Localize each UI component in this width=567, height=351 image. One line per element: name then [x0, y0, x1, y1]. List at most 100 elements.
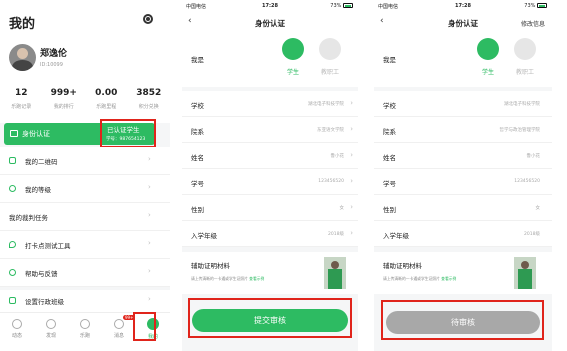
- user-id: ID:10099: [40, 62, 63, 68]
- chevron-right-icon: ›: [350, 177, 353, 185]
- role-name: 教职工: [515, 69, 534, 76]
- feed-icon: [12, 319, 22, 329]
- field-enroll-year[interactable]: 入学年级 2018级 ›: [182, 221, 358, 247]
- stat-distance[interactable]: 0.00 乐跑里程: [85, 88, 128, 110]
- view-example-link[interactable]: 查看示例: [441, 276, 456, 281]
- tab-discover[interactable]: 发现: [34, 313, 68, 351]
- tab-label: 动态: [11, 333, 22, 339]
- field-value: 女: [339, 206, 345, 211]
- student-icon: [477, 38, 499, 60]
- battery: 73%: [330, 3, 353, 9]
- menu-label: 打卡点测试工具: [25, 242, 71, 250]
- tab-feed[interactable]: 动态: [0, 313, 34, 351]
- field-label: 性别: [191, 206, 204, 214]
- proof-material: 辅助证明材料 请上传清晰的一卡通或学生证照片 查看示例: [374, 252, 552, 294]
- field-value: 123456520: [514, 179, 540, 184]
- field-student-id[interactable]: 学号 123456520 ›: [182, 169, 358, 195]
- role-label: 我是: [383, 56, 396, 64]
- menu-item-checkpoint-tool[interactable]: 打卡点测试工具 ›: [0, 231, 170, 259]
- role-student[interactable]: 学生: [474, 38, 502, 76]
- battery-icon: [343, 3, 353, 8]
- field-value: 湖北电子科技学院: [504, 102, 540, 107]
- field-label: 学校: [191, 102, 204, 110]
- stat-rank[interactable]: 999+ 我的排行: [43, 88, 86, 110]
- class-icon: [9, 297, 16, 304]
- field-value: 女: [535, 206, 541, 211]
- field-department[interactable]: 院系 东亚语文学院 ›: [182, 117, 358, 143]
- field-value: 东亚语文学院: [317, 128, 344, 133]
- menu-item-referee-tasks[interactable]: 我的裁判任务 ›: [0, 203, 170, 231]
- field-name: 姓名 鲁小花: [374, 143, 552, 169]
- menu-label: 设置行政班级: [25, 298, 64, 306]
- page-title: 我的: [9, 17, 36, 32]
- hint-text: 请上传清晰的一卡通或学生证照片: [383, 276, 440, 281]
- stat-label: 积分兑换: [138, 104, 159, 110]
- role-label: 我是: [191, 56, 204, 64]
- settings-gear-icon[interactable]: [143, 14, 153, 24]
- role-staff[interactable]: 教职工: [511, 38, 539, 76]
- chevron-right-icon: ›: [350, 125, 353, 133]
- field-gender[interactable]: 性别 女 ›: [182, 195, 358, 221]
- field-value: 123456520: [318, 179, 344, 184]
- field-value: 哲学与政治管理学院: [499, 128, 541, 133]
- highlight-box: [133, 312, 156, 341]
- battery-level: 73%: [330, 3, 342, 9]
- uploaded-photo[interactable]: [324, 257, 346, 289]
- edit-info-button[interactable]: 修改信息: [521, 19, 545, 28]
- discover-icon: [46, 319, 56, 329]
- profile-menu: 我的二维码 › 我的等级 › 我的裁判任务 › 打卡点测试工具 › 帮助与反馈 …: [0, 147, 170, 287]
- location-icon: [9, 241, 16, 248]
- menu-item-help[interactable]: 帮助与反馈 ›: [0, 259, 170, 287]
- avatar[interactable]: [9, 44, 36, 71]
- nav-bar: ‹ 身份认证: [182, 12, 358, 34]
- profile-screen: 我的 郑逸伦 ID:10099 12 乐跑记录 999+ 我的排行 0.00 乐…: [0, 0, 170, 351]
- battery-icon: [537, 3, 547, 8]
- material-title: 辅助证明材料: [383, 262, 422, 270]
- staff-icon: [319, 38, 341, 60]
- field-label: 院系: [383, 128, 396, 136]
- stat-value: 3852: [136, 88, 162, 98]
- field-gender: 性别 女: [374, 195, 552, 221]
- identity-form-screen: 中国电信 17:28 73% ‹ 身份认证 我是 学生 教职工 学校 湖北电子科…: [182, 0, 358, 351]
- menu-item-qrcode[interactable]: 我的二维码 ›: [0, 147, 170, 175]
- chevron-right-icon: ›: [148, 295, 151, 303]
- field-school[interactable]: 学校 湖北电子科技学院 ›: [182, 91, 358, 117]
- menu-item-level[interactable]: 我的等级 ›: [0, 175, 170, 203]
- chevron-right-icon: ›: [350, 151, 353, 159]
- tab-label: 乐跑: [79, 333, 90, 339]
- stat-value: 0.00: [95, 88, 118, 98]
- status-bar: 中国电信 17:28 73%: [374, 0, 552, 12]
- role-selector: 我是 学生 教职工: [374, 34, 552, 87]
- identity-pending-screen: 中国电信 17:28 73% ‹ 身份认证 修改信息 我是 学生 教职工 学校 …: [374, 0, 552, 351]
- battery-level: 73%: [524, 3, 536, 9]
- tab-messages[interactable]: 99+ 消息: [102, 313, 136, 351]
- field-label: 姓名: [191, 154, 204, 162]
- role-selector: 我是 学生 教职工: [182, 34, 358, 87]
- status-bar: 中国电信 17:28 73%: [182, 0, 358, 12]
- material-hint: 请上传清晰的一卡通或学生证照片 查看示例: [191, 276, 264, 282]
- field-label: 性别: [383, 206, 396, 214]
- material-title: 辅助证明材料: [191, 262, 230, 270]
- role-staff[interactable]: 教职工: [316, 38, 344, 76]
- menu-item-class[interactable]: 设置行政班级 ›: [0, 290, 170, 312]
- stat-points[interactable]: 3852 积分兑换: [128, 88, 171, 110]
- chevron-right-icon: ›: [148, 211, 151, 219]
- qrcode-icon: [9, 157, 16, 164]
- material-hint: 请上传清晰的一卡通或学生证照片 查看示例: [383, 276, 456, 282]
- id-card-icon: [10, 130, 18, 137]
- stat-runs[interactable]: 12 乐跑记录: [0, 88, 43, 110]
- field-enroll-year: 入学年级 2018级: [374, 221, 552, 247]
- stat-label: 乐跑里程: [96, 104, 117, 110]
- tab-run[interactable]: 乐跑: [68, 313, 102, 351]
- field-name[interactable]: 姓名 鲁小花 ›: [182, 143, 358, 169]
- field-value: 湖北电子科技学院: [308, 102, 344, 107]
- view-example-link[interactable]: 查看示例: [249, 276, 264, 281]
- uploaded-photo[interactable]: [514, 257, 536, 289]
- role-name: 学生: [481, 69, 494, 76]
- role-student[interactable]: 学生: [279, 38, 307, 76]
- chevron-right-icon: ›: [350, 99, 353, 107]
- identity-form: 学校 湖北电子科技学院 院系 哲学与政治管理学院 姓名 鲁小花 学号 12345…: [374, 91, 552, 247]
- chevron-right-icon: ›: [350, 203, 353, 211]
- field-value: 鲁小花: [526, 154, 541, 159]
- stat-label: 我的排行: [53, 104, 74, 110]
